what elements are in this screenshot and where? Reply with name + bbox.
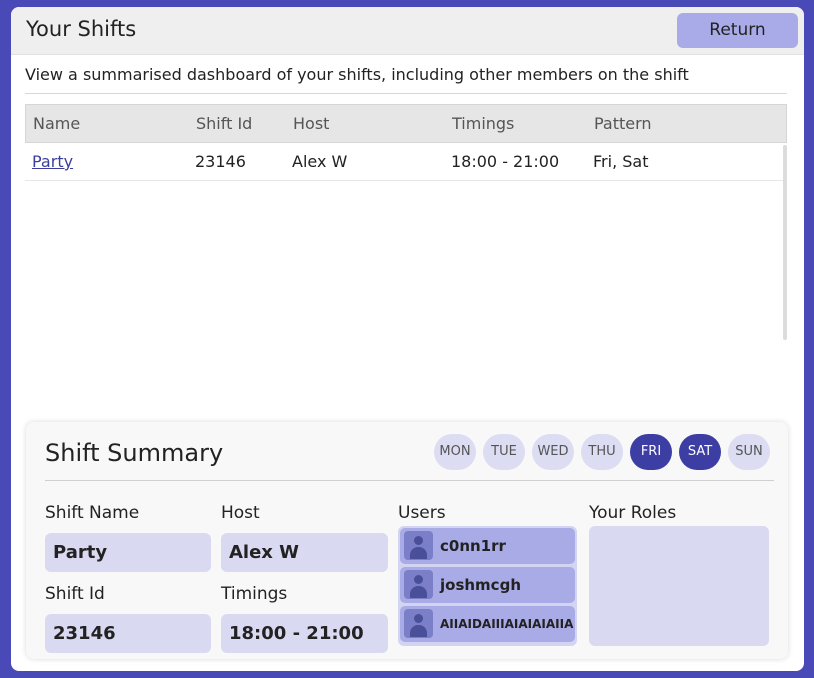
page-subtitle: View a summarised dashboard of your shif… — [25, 65, 689, 84]
host-label: Host — [221, 503, 260, 523]
shifts-table: Name Shift Id Host Timings Pattern Party… — [25, 104, 787, 181]
day-fri: FRI — [630, 434, 672, 470]
user-name: joshmcgh — [440, 576, 521, 594]
summary-title: Shift Summary — [45, 439, 224, 467]
shift-name-label: Shift Name — [45, 503, 140, 523]
column-header-name: Name — [33, 114, 81, 133]
table-header: Name Shift Id Host Timings Pattern — [25, 104, 787, 143]
page-title: Your Shifts — [26, 17, 137, 41]
user-item[interactable]: c0nn1rr — [400, 528, 575, 564]
shift-id-label: Shift Id — [45, 584, 105, 604]
person-icon — [404, 609, 433, 638]
day-thu: THU — [581, 434, 623, 470]
cell-host: Alex W — [292, 152, 348, 171]
timings-field: 18:00 - 21:00 — [221, 614, 388, 653]
users-label: Users — [398, 503, 446, 523]
user-item[interactable]: joshmcgh — [400, 567, 575, 603]
table-row[interactable]: Party 23146 Alex W 18:00 - 21:00 Fri, Sa… — [25, 143, 787, 181]
divider — [25, 93, 787, 94]
column-header-shift-id: Shift Id — [196, 114, 253, 133]
user-name: AIIAIDAIIIAIAIAIAIIA — [440, 617, 574, 631]
shift-id-field: 23146 — [45, 614, 211, 653]
person-icon — [404, 531, 433, 560]
summary-divider — [45, 480, 774, 481]
cell-timings: 18:00 - 21:00 — [451, 152, 560, 171]
day-mon: MON — [434, 434, 476, 470]
return-button[interactable]: Return — [677, 13, 798, 48]
day-selector: MON TUE WED THU FRI SAT SUN — [434, 434, 770, 470]
user-item[interactable]: AIIAIDAIIIAIAIAIAIIA — [400, 606, 575, 642]
day-sat: SAT — [679, 434, 721, 470]
table-scrollbar[interactable] — [783, 145, 787, 340]
shift-name-link[interactable]: Party — [32, 152, 73, 171]
day-sun: SUN — [728, 434, 770, 470]
person-icon — [404, 570, 433, 599]
column-header-pattern: Pattern — [594, 114, 652, 133]
shift-name-field: Party — [45, 533, 211, 572]
host-field: Alex W — [221, 533, 388, 572]
header-bar: Your Shifts Return — [11, 7, 804, 55]
day-tue: TUE — [483, 434, 525, 470]
your-roles-box — [589, 526, 769, 646]
day-wed: WED — [532, 434, 574, 470]
users-list: c0nn1rr joshmcgh AIIAIDAIIIAIAIAIAIIA — [398, 526, 577, 646]
timings-label: Timings — [221, 584, 288, 604]
column-header-timings: Timings — [452, 114, 515, 133]
cell-shift-id: 23146 — [195, 152, 246, 171]
shifts-window: Your Shifts Return View a summarised das… — [11, 7, 804, 671]
cell-pattern: Fri, Sat — [593, 152, 649, 171]
your-roles-label: Your Roles — [589, 503, 677, 523]
shift-summary-panel: Shift Summary MON TUE WED THU FRI SAT SU… — [26, 422, 788, 659]
column-header-host: Host — [293, 114, 330, 133]
user-name: c0nn1rr — [440, 537, 506, 555]
